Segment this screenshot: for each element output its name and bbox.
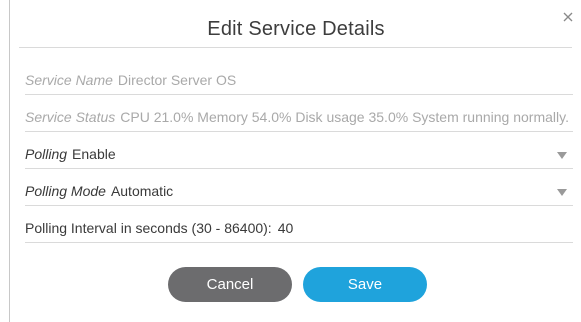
edit-service-dialog: Edit Service Details Service Name Directo… — [9, 0, 581, 322]
cancel-button[interactable]: Cancel — [168, 267, 292, 302]
service-status-label: Service Status — [25, 109, 116, 125]
polling-value: Enable — [72, 146, 116, 162]
service-status-field: Service Status CPU 21.0% Memory 54.0% Dis… — [25, 95, 573, 132]
service-name-field: Service Name Director Server OS — [25, 58, 573, 95]
polling-mode-select[interactable]: Polling Mode Automatic — [25, 169, 573, 206]
service-name-value: Director Server OS — [117, 72, 237, 88]
service-name-label: Service Name — [25, 72, 113, 88]
save-button[interactable]: Save — [303, 267, 427, 302]
polling-label: Polling — [25, 146, 68, 162]
polling-mode-value: Automatic — [110, 183, 174, 199]
polling-interval-label: Polling Interval in seconds (30 - 86400)… — [25, 220, 272, 236]
chevron-down-icon[interactable] — [557, 189, 567, 196]
dialog-title: Edit Service Details — [207, 18, 385, 40]
polling-interval-input[interactable]: 40 — [278, 220, 294, 236]
polling-mode-label: Polling Mode — [25, 183, 106, 199]
polling-select[interactable]: Polling Enable — [25, 132, 573, 169]
service-status-value: CPU 21.0% Memory 54.0% Disk usage 35.0% … — [120, 109, 569, 125]
title-divider — [19, 47, 572, 48]
chevron-down-icon[interactable] — [557, 152, 567, 159]
polling-interval-field: Polling Interval in seconds (30 - 86400)… — [25, 206, 573, 243]
